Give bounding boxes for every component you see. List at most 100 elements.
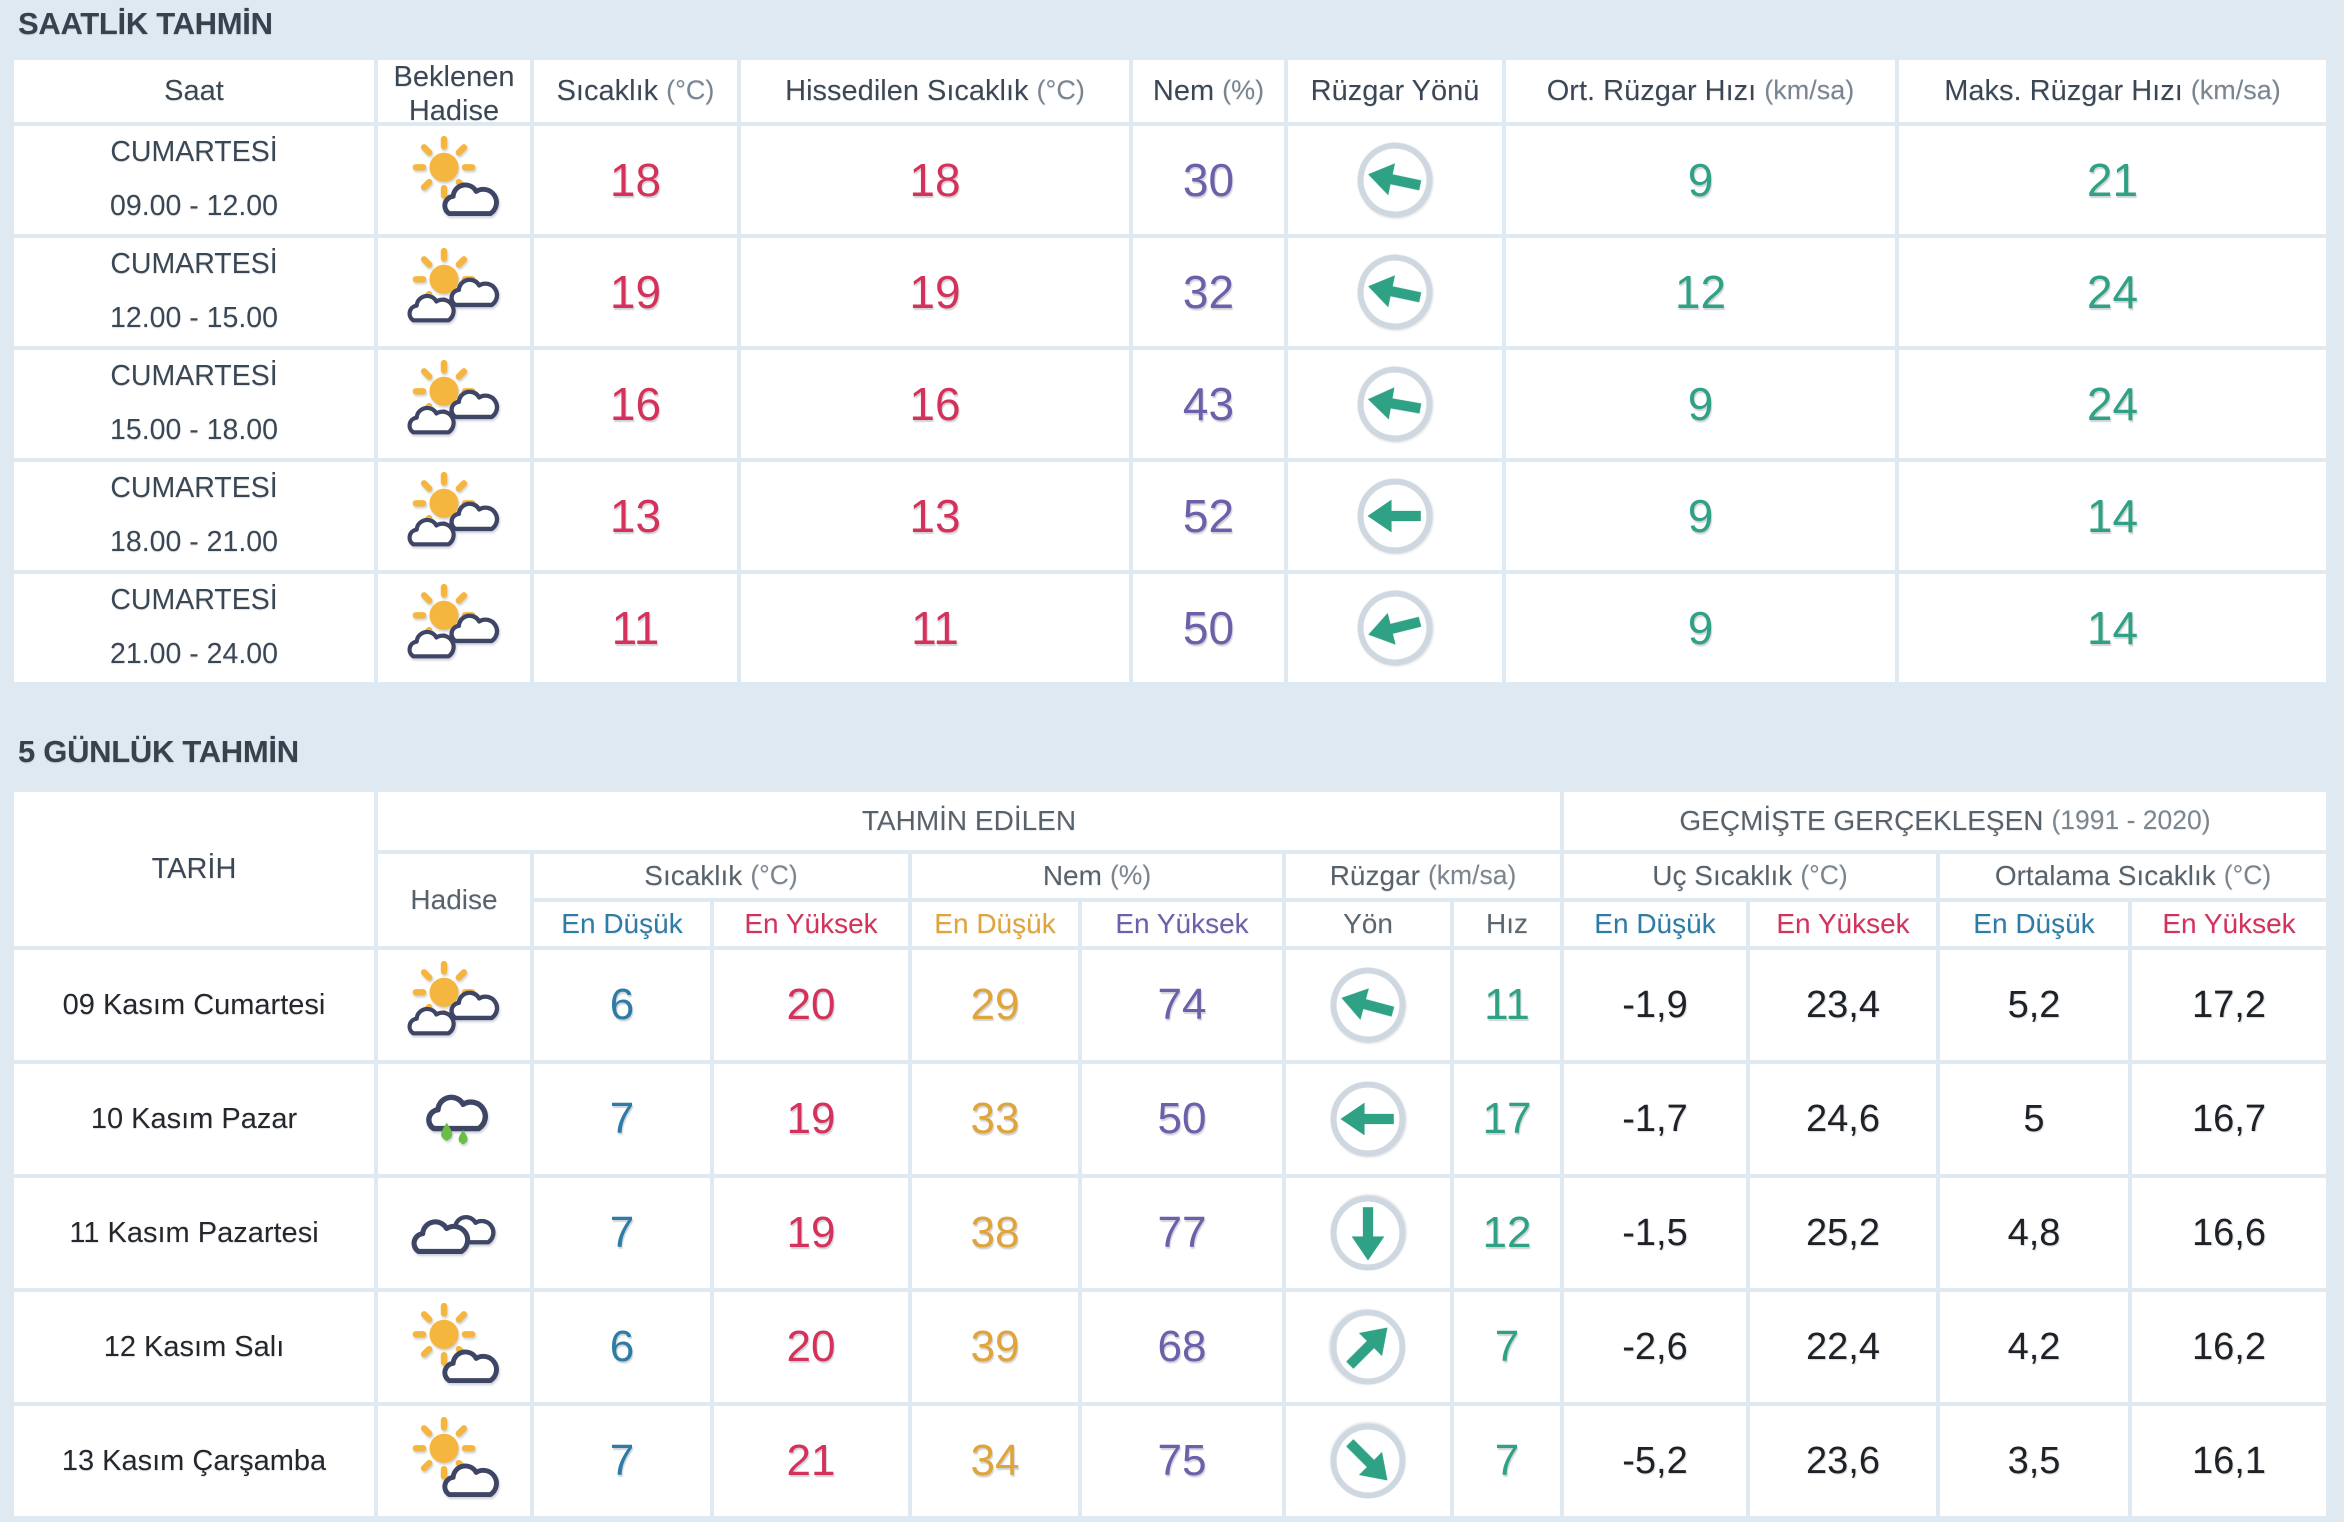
daily-row-1-avg-min-cell: 5,2 <box>1940 950 2128 1060</box>
hourly-row-4-weather-icon-cell <box>378 462 530 570</box>
hourly-forecast-section: SAATLİK TAHMİN Saat Beklenen Hadise Sıca… <box>14 6 2330 682</box>
daily-band-gecmiste-gerceklesen: GEÇMİŞTE GERÇEKLEŞEN (1991 - 2020) <box>1564 792 2326 850</box>
sun-two-clouds-icon <box>407 360 500 435</box>
daily-row-1-temp-max-cell: 20 <box>714 950 908 1060</box>
daily-sub-temp-en-dusuk: En Düşük <box>534 902 710 946</box>
daily-row-3-weather-icon-cell <box>378 1178 530 1288</box>
daily-sub-uc-en-yuksek: En Yüksek <box>1750 902 1936 946</box>
hourly-row-5-time-cell: CUMARTESİ 21.00 - 24.00 <box>14 574 374 682</box>
day-label: CUMARTESİ <box>110 136 278 169</box>
hourly-forecast-table: Saat Beklenen Hadise Sıcaklık (°C) Hisse… <box>14 60 2330 682</box>
daily-band-gecmiste-period: (1991 - 2020) <box>2051 805 2211 836</box>
daily-row-1-wind-direction-cell <box>1286 950 1450 1060</box>
wind-direction-arrow-icon <box>1357 254 1433 330</box>
daily-row-4-temp-min-cell: 6 <box>534 1292 710 1402</box>
daily-row-3-wind-speed-cell: 12 <box>1454 1178 1560 1288</box>
daily-row-4-weather-icon-cell <box>378 1292 530 1402</box>
sun-two-clouds-icon <box>407 961 500 1036</box>
hourly-row-3-max-wind-cell: 24 <box>1899 350 2326 458</box>
clouds-icon <box>411 1215 496 1255</box>
daily-col-tarih-label: TARİH <box>151 852 237 885</box>
daily-row-5-humidity-max-cell: 75 <box>1082 1406 1282 1516</box>
hourly-col-maks-ruzgar-label: Maks. Rüzgar Hızı <box>1944 74 2183 107</box>
hourly-row-5-max-wind-cell: 14 <box>1899 574 2326 682</box>
daily-forecast-section: 5 GÜNLÜK TAHMİN TARİH TAHMİN EDİLEN GEÇM… <box>14 734 2330 1516</box>
hourly-row-2-weather-icon-cell <box>378 238 530 346</box>
daily-row-2-humidity-min-cell: 33 <box>912 1064 1078 1174</box>
hourly-col-saat: Saat <box>14 60 374 122</box>
daily-row-5-humidity-min-cell: 34 <box>912 1406 1078 1516</box>
hourly-row-4-wind-direction-cell <box>1288 462 1502 570</box>
day-label: CUMARTESİ <box>110 248 278 281</box>
daily-group-sicaklik: Sıcaklık (°C) <box>534 854 908 898</box>
hourly-row-5-temperature-cell: 11 <box>534 574 737 682</box>
hourly-row-5-feels-like-cell: 11 <box>741 574 1129 682</box>
daily-col-hadise: Hadise <box>378 854 530 946</box>
daily-row-3-wind-direction-cell <box>1286 1178 1450 1288</box>
hours-label: 18.00 - 21.00 <box>110 526 278 559</box>
daily-row-1-date-cell: 09 Kasım Cumartesi <box>14 950 374 1060</box>
hourly-row-3-temperature-cell: 16 <box>534 350 737 458</box>
hourly-row-5-weather-icon-cell <box>378 574 530 682</box>
hourly-row-4-feels-like-cell: 13 <box>741 462 1129 570</box>
daily-group-uc-sicaklik-label: Uç Sıcaklık <box>1652 860 1793 892</box>
daily-row-3-temp-min-cell: 7 <box>534 1178 710 1288</box>
hourly-col-sicaklik-label: Sıcaklık <box>556 74 659 107</box>
hourly-row-4-temperature-cell: 13 <box>534 462 737 570</box>
hourly-row-3-avg-wind-cell: 9 <box>1506 350 1895 458</box>
daily-sub-temp-en-yuksek: En Yüksek <box>714 902 908 946</box>
hourly-col-sicaklik: Sıcaklık (°C) <box>534 60 737 122</box>
daily-row-2-avg-min-cell: 5 <box>1940 1064 2128 1174</box>
daily-row-3-avg-max-cell: 16,6 <box>2132 1178 2326 1288</box>
daily-band-tahmin-edilen-label: TAHMİN EDİLEN <box>861 805 1077 837</box>
date-label: 09 Kasım Cumartesi <box>62 988 326 1021</box>
daily-sub-hum-en-yuksek: En Yüksek <box>1082 902 1282 946</box>
daily-sub-hiz: Hız <box>1454 902 1560 946</box>
hourly-row-3-weather-icon-cell <box>378 350 530 458</box>
weather-forecast-page: SAATLİK TAHMİN Saat Beklenen Hadise Sıca… <box>0 0 2344 1516</box>
daily-band-gecmiste-label: GEÇMİŞTE GERÇEKLEŞEN <box>1679 805 2044 837</box>
hourly-row-2-wind-direction-cell <box>1288 238 1502 346</box>
date-label: 13 Kasım Çarşamba <box>61 1444 327 1477</box>
hourly-row-3-wind-direction-cell <box>1288 350 1502 458</box>
hourly-section-title: SAATLİK TAHMİN <box>18 6 273 41</box>
daily-sub-ort-en-yuksek: En Yüksek <box>2132 902 2326 946</box>
daily-section-title: 5 GÜNLÜK TAHMİN <box>18 734 299 769</box>
daily-row-1-weather-icon-cell <box>378 950 530 1060</box>
hourly-row-2-max-wind-cell: 24 <box>1899 238 2326 346</box>
daily-row-2-weather-icon-cell <box>378 1064 530 1174</box>
wind-direction-arrow-icon <box>1330 1423 1406 1499</box>
daily-row-3-temp-max-cell: 19 <box>714 1178 908 1288</box>
wind-direction-arrow-icon <box>1357 590 1433 666</box>
hourly-row-3-feels-like-cell: 16 <box>741 350 1129 458</box>
daily-row-3-hist-max-cell: 25,2 <box>1750 1178 1936 1288</box>
daily-group-ortalama-sicaklik: Ortalama Sıcaklık (°C) <box>1940 854 2326 898</box>
wind-direction-arrow-icon <box>1357 478 1433 554</box>
date-label: 12 Kasım Salı <box>103 1330 285 1363</box>
hourly-row-1-time-cell: CUMARTESİ 09.00 - 12.00 <box>14 126 374 234</box>
hourly-row-2-avg-wind-cell: 12 <box>1506 238 1895 346</box>
hourly-row-1-temperature-cell: 18 <box>534 126 737 234</box>
hourly-col-nem-label: Nem <box>1152 74 1215 107</box>
daily-group-ruzgar-label: Rüzgar <box>1329 860 1420 892</box>
hours-label: 21.00 - 24.00 <box>110 638 278 671</box>
wind-direction-arrow-icon <box>1330 967 1406 1043</box>
hourly-row-5-wind-direction-cell <box>1288 574 1502 682</box>
hourly-col-ruzgar-yonu: Rüzgar Yönü <box>1288 60 1502 122</box>
daily-sub-yon: Yön <box>1286 902 1450 946</box>
wind-direction-arrow-icon <box>1357 142 1433 218</box>
daily-row-4-avg-max-cell: 16,2 <box>2132 1292 2326 1402</box>
hourly-row-2-humidity-cell: 32 <box>1133 238 1284 346</box>
hourly-col-saat-label: Saat <box>164 74 224 107</box>
day-label: CUMARTESİ <box>110 584 278 617</box>
daily-row-5-temp-min-cell: 7 <box>534 1406 710 1516</box>
daily-col-hadise-label: Hadise <box>410 884 498 916</box>
hourly-col-nem-unit: (%) <box>1222 75 1265 106</box>
daily-sub-ort-en-dusuk: En Düşük <box>1940 902 2128 946</box>
wind-direction-arrow-icon <box>1330 1309 1406 1385</box>
hourly-col-nem: Nem (%) <box>1133 60 1284 122</box>
sun-cloud-icon <box>412 1303 499 1383</box>
daily-group-nem-unit: (%) <box>1109 860 1152 891</box>
daily-row-2-hist-max-cell: 24,6 <box>1750 1064 1936 1174</box>
hourly-row-2-feels-like-cell: 19 <box>741 238 1129 346</box>
